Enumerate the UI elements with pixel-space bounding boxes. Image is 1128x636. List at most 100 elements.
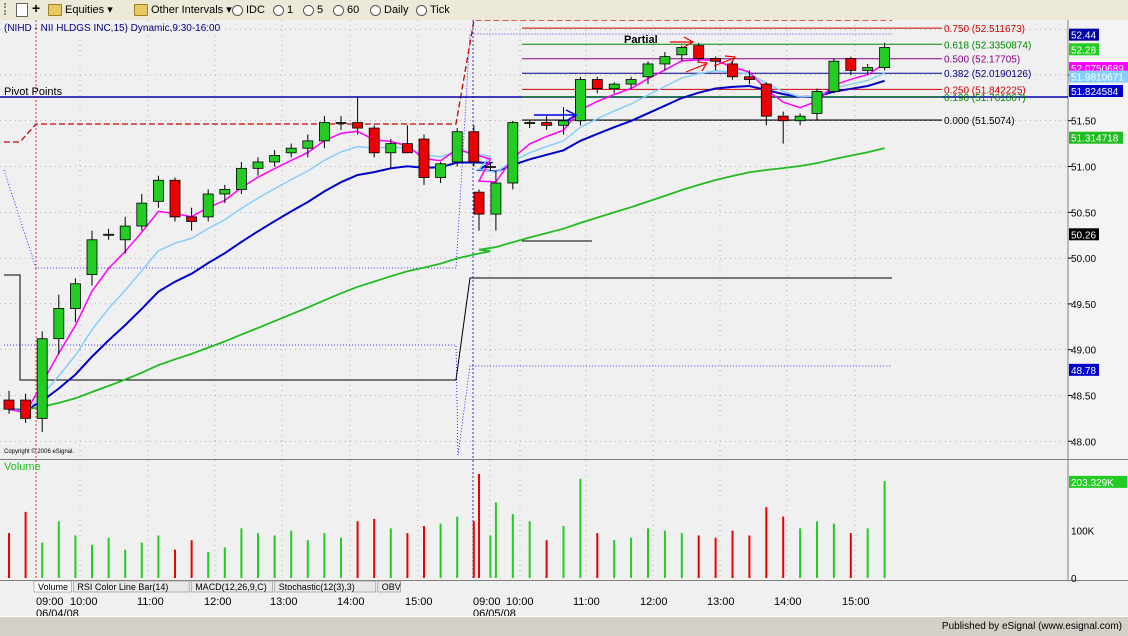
- toolbar: + Equities ▾ Other Intervals ▾ IDC 1 5 6…: [0, 0, 1128, 21]
- candle-body: [269, 155, 281, 163]
- indicator-tabs[interactable]: Volume RSI Color Line Bar(14) MACD(12,26,9…: [33, 580, 401, 593]
- candle-body: [235, 167, 247, 190]
- candle-body: [302, 140, 314, 149]
- candle-body: [811, 91, 823, 114]
- candle-body: [186, 216, 198, 222]
- candle-body: [119, 225, 131, 241]
- candle-body: [727, 63, 738, 78]
- price-tick-label: 50.50: [1071, 208, 1096, 219]
- price-badge-text: 50.26: [1071, 230, 1096, 241]
- candle-body: [169, 179, 181, 218]
- price-pane: [0, 20, 1068, 460]
- price-tick-label: 48.50: [1071, 391, 1096, 402]
- candle-body: [20, 399, 32, 419]
- fib-label: 0.382 (52.0190126): [944, 69, 1031, 80]
- candle-body: [484, 166, 496, 168]
- time-tick-label: 11:00: [573, 596, 600, 608]
- candle-body: [401, 143, 413, 154]
- time-tick-label: 09:00: [473, 596, 501, 608]
- price-badge-text: 51.9810671: [1071, 73, 1124, 84]
- time-tick-label: 09:00: [36, 596, 64, 608]
- price-tick-label: 50.00: [1071, 254, 1096, 265]
- volume-tick-label: 0: [1071, 574, 1077, 585]
- fib-label: 0.190 (51.761867): [944, 93, 1026, 104]
- candle-body: [710, 58, 721, 62]
- candle-body: [777, 115, 789, 122]
- candle-body: [524, 122, 536, 124]
- time-tick-label: 12:00: [204, 596, 232, 608]
- candle-body: [252, 161, 264, 169]
- candle-body: [828, 60, 840, 92]
- candle-body: [794, 115, 806, 122]
- new-chart-icon[interactable]: [16, 3, 31, 18]
- chart-title: (NIHD - NII HLDGS INC,15) Dynamic,9:30-1…: [4, 23, 221, 34]
- fib-label: 0.618 (52.3350874): [944, 40, 1031, 51]
- partial-label: Partial: [624, 34, 658, 46]
- copyright: Copyright © 2006 eSignal.: [4, 448, 74, 455]
- radio-icon: [416, 4, 427, 16]
- folder-icon: [134, 4, 148, 17]
- time-tick-label: 14:00: [337, 596, 365, 608]
- candle-body: [879, 47, 890, 69]
- footer: Published by eSignal (www.esignal.com): [0, 616, 1128, 636]
- price-badge-text: 48.78: [1071, 366, 1096, 377]
- interval-5[interactable]: 5: [303, 3, 323, 17]
- add-icon[interactable]: +: [32, 1, 40, 15]
- candle-body: [625, 79, 637, 85]
- candle-body: [368, 127, 380, 154]
- volume-tick-label: 100K: [1071, 527, 1095, 538]
- candle-body: [70, 283, 81, 309]
- candle-body: [136, 202, 148, 227]
- candle-body: [760, 83, 772, 117]
- candle-body: [862, 67, 874, 71]
- price-axis-ticks: 52.0051.5051.0050.5050.0049.5049.0048.50…: [1068, 71, 1096, 448]
- candle-body: [541, 122, 552, 126]
- radio-icon: [370, 4, 381, 16]
- candle-body: [285, 147, 297, 154]
- indicator-tab-label: RSI Color Line Bar(14): [77, 582, 168, 592]
- candle-body: [591, 79, 603, 90]
- price-tick-label: 51.00: [1071, 163, 1096, 174]
- candle-body: [451, 131, 463, 163]
- interval-tick[interactable]: Tick: [416, 3, 450, 17]
- candle-body: [202, 193, 214, 218]
- candle-body: [659, 56, 671, 65]
- volume-badge-text: 203.329K: [1071, 478, 1114, 489]
- candle-body: [418, 138, 430, 178]
- radio-icon: [333, 4, 344, 16]
- candle-body: [608, 83, 620, 90]
- indicator-tab-label: MACD(12,26,9,C): [195, 582, 267, 592]
- time-tick-label: 15:00: [842, 596, 870, 608]
- candle-body: [36, 338, 48, 419]
- candle-body: [86, 239, 98, 275]
- interval-60[interactable]: 60: [333, 3, 359, 17]
- candle-body: [693, 45, 705, 59]
- candle-body: [352, 122, 364, 129]
- candle-body: [468, 131, 480, 163]
- time-tick-label: 15:00: [405, 596, 433, 608]
- indicator-tab-label: OBV: [382, 582, 401, 592]
- price-tick-label: 51.50: [1071, 117, 1096, 128]
- pivot-points-label: Pivot Points: [4, 86, 63, 98]
- price-badge-text: 51.824584: [1071, 87, 1119, 98]
- interval-idc[interactable]: IDC: [232, 3, 265, 17]
- price-badge-text: 52.28: [1071, 45, 1096, 56]
- time-tick-label: 14:00: [774, 596, 802, 608]
- candle-body: [490, 182, 502, 215]
- time-tick-label: 12:00: [640, 596, 668, 608]
- price-badge-text: 52.44: [1071, 31, 1096, 42]
- candle-body: [558, 120, 569, 126]
- equities-menu[interactable]: Equities ▾: [48, 3, 113, 17]
- published-by: Published by eSignal (www.esignal.com): [941, 621, 1122, 632]
- radio-icon: [232, 4, 243, 16]
- price-tick-label: 49.00: [1071, 346, 1096, 357]
- interval-1[interactable]: 1: [273, 3, 293, 17]
- candle-body: [845, 58, 857, 71]
- radio-icon: [303, 4, 314, 16]
- other-intervals-menu[interactable]: Other Intervals ▾: [134, 3, 232, 17]
- candle-body: [642, 63, 654, 78]
- time-tick-label: 10:00: [506, 596, 534, 608]
- indicator-tab-label: Stochastic(12(3),3): [279, 582, 355, 592]
- interval-daily[interactable]: Daily: [370, 3, 408, 17]
- price-chart[interactable]: 0.750 (52.511673) 0.618 (52.3350874) 0.500…: [0, 20, 1128, 616]
